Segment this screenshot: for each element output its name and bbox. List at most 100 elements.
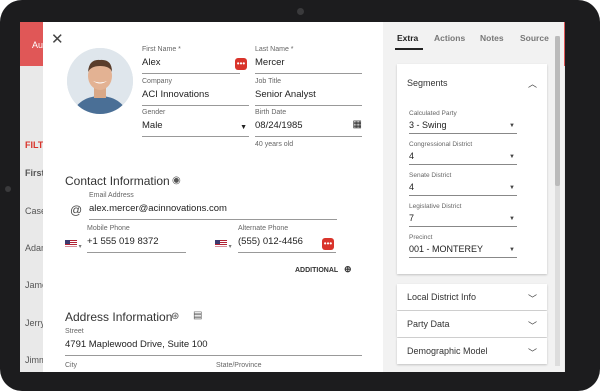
senate-district-value: 4 — [409, 182, 415, 192]
additional-label: ADDITIONAL — [295, 267, 339, 274]
additional-button[interactable]: ADDITIONAL ⊕ — [295, 264, 352, 275]
contact-section-title: Contact Information — [65, 174, 170, 188]
tab-extra[interactable]: Extra — [397, 33, 418, 43]
address-section-title: Address Information — [65, 310, 173, 324]
more-icon[interactable]: ••• — [235, 58, 247, 70]
gender-label: Gender — [142, 109, 166, 116]
mobile-phone-field[interactable]: Mobile Phone +1 555 019 8372 — [87, 225, 186, 253]
avatar[interactable] — [67, 48, 133, 114]
privacy-eye-icon[interactable]: ◉ — [172, 175, 181, 186]
company-field[interactable]: Company ACI Innovations — [142, 78, 249, 106]
first-name-field[interactable]: First Name * Alex — [142, 46, 240, 74]
contact-form: ✕ First Name * Alex ••• Last Name * Merc — [43, 22, 383, 372]
camera-dot — [297, 8, 304, 15]
dropdown-arrow-icon: ▼ — [509, 185, 515, 191]
last-name-field[interactable]: Last Name * Mercer — [255, 46, 362, 74]
gender-value-box[interactable]: Male ▼ — [142, 120, 249, 137]
city-field[interactable]: City — [65, 362, 205, 369]
active-tab-indicator — [395, 48, 423, 50]
party-data-panel[interactable]: Party Data ﹀ — [397, 311, 547, 337]
congressional-district-select[interactable]: Congressional District 4 ▼ — [409, 141, 517, 165]
senate-district-select[interactable]: Senate District 4 ▼ — [409, 172, 517, 196]
senate-district-value-box[interactable]: 4 ▼ — [409, 182, 517, 196]
email-input[interactable]: alex.mercer@acinnovations.com — [89, 203, 337, 220]
dropdown-arrow-icon: ▼ — [240, 124, 247, 131]
local-district-info-title: Local District Info — [407, 292, 477, 302]
calculated-party-label: Calculated Party — [409, 110, 457, 117]
legislative-district-value: 7 — [409, 213, 415, 223]
list-item[interactable]: Jerry — [25, 318, 45, 328]
location-search-icon[interactable]: ⊛ — [171, 311, 179, 322]
email-label: Email Address — [89, 192, 134, 199]
sidebar-tabs: Extra Actions Notes Source — [383, 22, 564, 52]
calculated-party-value: 3 - Swing — [409, 120, 447, 130]
tablet-frame: Au FILTE First N dele Casey Adam James J… — [0, 0, 600, 391]
company-input[interactable]: ACI Innovations — [142, 89, 249, 106]
congressional-district-value: 4 — [409, 151, 415, 161]
avatar-photo — [67, 48, 133, 114]
segments-card: Segments ︿ Calculated Party 3 - Swing ▼ C… — [397, 64, 547, 274]
last-name-label: Last Name * — [255, 46, 294, 53]
sidebar-scrollbar[interactable] — [555, 36, 560, 366]
mobile-phone-label: Mobile Phone — [87, 225, 130, 232]
details-sidebar: Extra Actions Notes Source Segments ︿ Ca… — [383, 22, 564, 372]
birth-date-label: Birth Date — [255, 109, 287, 116]
state-field[interactable]: State/Province — [216, 362, 356, 369]
chevron-up-icon[interactable]: ︿ — [528, 77, 537, 90]
tab-actions[interactable]: Actions — [434, 33, 465, 43]
scrollbar-thumb[interactable] — [555, 36, 560, 186]
app-label: Au — [32, 40, 44, 50]
chevron-down-icon: ﹀ — [527, 348, 537, 358]
job-title-label: Job Title — [255, 78, 282, 85]
city-label: City — [65, 362, 78, 369]
tab-source[interactable]: Source — [520, 33, 549, 43]
us-flag-icon[interactable]: ▾ — [65, 235, 82, 253]
precinct-value: 001 - MONTEREY — [409, 244, 484, 254]
mobile-phone-input[interactable]: +1 555 019 8372 — [87, 236, 186, 253]
us-flag-icon[interactable]: ▾ — [215, 235, 232, 253]
more-icon[interactable]: ••• — [322, 238, 334, 250]
state-label: State/Province — [216, 362, 262, 369]
street-field[interactable]: Street 4791 Maplewood Drive, Suite 100 — [65, 328, 362, 356]
demographic-model-panel[interactable]: Demographic Model ﹀ — [397, 338, 547, 364]
segments-title[interactable]: Segments — [407, 78, 448, 88]
calculated-party-value-box[interactable]: 3 - Swing ▼ — [409, 120, 517, 134]
birth-date-value: 08/24/1985 — [255, 120, 303, 131]
legislative-district-value-box[interactable]: 7 ▼ — [409, 213, 517, 227]
first-name-input[interactable]: Alex — [142, 57, 240, 74]
contact-modal: ✕ First Name * Alex ••• Last Name * Merc — [43, 22, 564, 372]
calculated-party-select[interactable]: Calculated Party 3 - Swing ▼ — [409, 110, 517, 134]
job-title-input[interactable]: Senior Analyst — [255, 89, 362, 106]
precinct-value-box[interactable]: 001 - MONTEREY ▼ — [409, 244, 517, 258]
local-district-info-panel[interactable]: Local District Info ﹀ — [397, 284, 547, 310]
birth-date-field[interactable]: Birth Date 08/24/1985 ▦ 40 years old — [255, 109, 362, 148]
dropdown-arrow-icon: ▼ — [509, 123, 515, 129]
side-sensor — [5, 186, 11, 192]
dropdown-arrow-icon: ▼ — [509, 154, 515, 160]
gender-select[interactable]: Gender Male ▼ — [142, 109, 249, 137]
legislative-district-select[interactable]: Legislative District 7 ▼ — [409, 203, 517, 227]
company-label: Company — [142, 78, 172, 85]
at-icon: @ — [70, 203, 83, 217]
email-field[interactable]: Email Address alex.mercer@acinnovations.… — [89, 192, 337, 220]
gender-value: Male — [142, 120, 163, 131]
last-name-input[interactable]: Mercer — [255, 57, 362, 74]
close-icon[interactable]: ✕ — [51, 30, 64, 48]
street-input[interactable]: 4791 Maplewood Drive, Suite 100 — [65, 339, 362, 356]
chevron-down-icon: ﹀ — [527, 321, 537, 331]
dropdown-arrow-icon: ▼ — [509, 216, 515, 222]
clipboard-search-icon[interactable]: ▤ — [193, 310, 202, 321]
precinct-label: Precinct — [409, 234, 433, 241]
precinct-select[interactable]: Precinct 001 - MONTEREY ▼ — [409, 234, 517, 258]
dropdown-arrow-icon: ▼ — [509, 247, 515, 253]
senate-district-label: Senate District — [409, 172, 452, 179]
age-text: 40 years old — [255, 141, 294, 148]
birth-date-box[interactable]: 08/24/1985 ▦ — [255, 119, 362, 137]
congressional-district-value-box[interactable]: 4 ▼ — [409, 151, 517, 165]
job-title-field[interactable]: Job Title Senior Analyst — [255, 78, 362, 106]
demographic-model-title: Demographic Model — [407, 346, 488, 356]
add-circle-icon: ⊕ — [344, 264, 352, 274]
street-label: Street — [65, 328, 84, 335]
tab-notes[interactable]: Notes — [480, 33, 504, 43]
calendar-icon[interactable]: ▦ — [353, 119, 362, 130]
